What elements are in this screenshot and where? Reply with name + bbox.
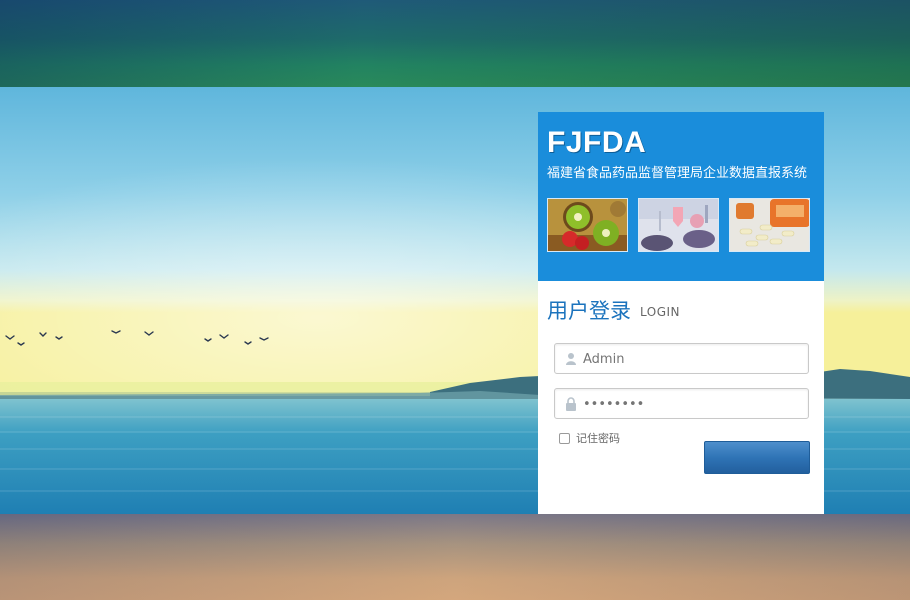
login-title: 用户登录 [547, 299, 631, 323]
lock-icon [566, 397, 576, 411]
bottom-decorative-band [0, 514, 910, 600]
logo-text: FJFDA [547, 126, 647, 159]
username-field[interactable] [554, 343, 809, 374]
password-field[interactable] [554, 388, 809, 419]
thumb-capsule-image [729, 198, 810, 252]
top-decorative-band [0, 0, 910, 87]
login-button[interactable] [704, 441, 810, 474]
remember-label: 记住密码 [576, 432, 620, 445]
username-input[interactable] [583, 348, 798, 370]
system-subtitle: 福建省食品药品监督管理局企业数据直报系统 [547, 166, 808, 181]
password-input[interactable] [583, 393, 798, 415]
panel-header: FJFDA 福建省食品药品监督管理局企业数据直报系统 [538, 112, 824, 281]
remember-checkbox[interactable] [559, 432, 570, 444]
user-icon [566, 353, 576, 365]
thumb-fruit-image [547, 198, 628, 252]
remember-password[interactable]: 记住密码 [559, 430, 620, 446]
thumb-lab-image [638, 198, 719, 252]
login-panel: FJFDA 福建省食品药品监督管理局企业数据直报系统 用户登录 LOGIN Ad… [538, 112, 824, 514]
login-title-en: LOGIN [640, 305, 681, 319]
